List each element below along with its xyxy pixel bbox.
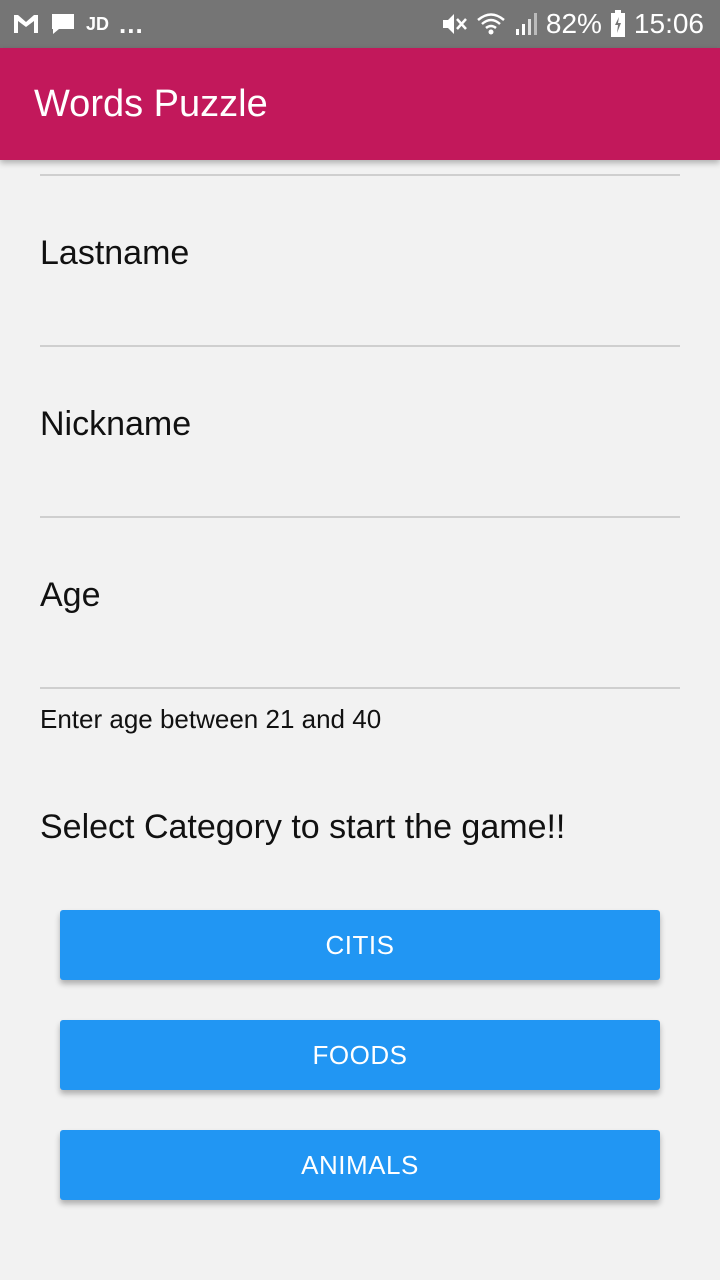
- notification-overflow: ...: [119, 8, 144, 39]
- age-helper-text: Enter age between 21 and 40: [40, 704, 382, 734]
- firstname-field-underline: [40, 174, 680, 176]
- app-bar: Words Puzzle: [0, 48, 720, 160]
- nickname-field[interactable]: Nickname: [40, 405, 191, 444]
- battery-charging-icon: [610, 10, 626, 38]
- lastname-field[interactable]: Lastname: [40, 234, 189, 273]
- app-title: Words Puzzle: [34, 82, 268, 125]
- category-cities-button[interactable]: CITIS: [60, 910, 660, 980]
- message-icon: [50, 12, 76, 36]
- category-foods-button[interactable]: FOODS: [60, 1020, 660, 1090]
- clock: 15:06: [633, 8, 704, 39]
- battery-percent: 82%: [545, 8, 602, 39]
- gmail-icon: [12, 13, 40, 35]
- status-bar-left: JD ...: [12, 0, 154, 48]
- age-field[interactable]: Age: [40, 576, 101, 615]
- age-field-underline: [40, 687, 680, 689]
- status-bar-right: 82% 15:06: [432, 0, 704, 48]
- category-prompt: Select Category to start the game!!: [40, 808, 566, 846]
- form-content: Lastname Nickname Age Enter age between …: [0, 160, 720, 1280]
- category-animals-button[interactable]: ANIMALS: [60, 1130, 660, 1200]
- signal-icon: [514, 11, 538, 37]
- lastname-field-underline: [40, 345, 680, 347]
- wifi-icon: [476, 11, 506, 37]
- mute-icon: [440, 11, 468, 37]
- jd-indicator: JD: [86, 13, 110, 34]
- status-bar: JD ... 82% 15:06: [0, 0, 720, 48]
- nickname-field-underline: [40, 516, 680, 518]
